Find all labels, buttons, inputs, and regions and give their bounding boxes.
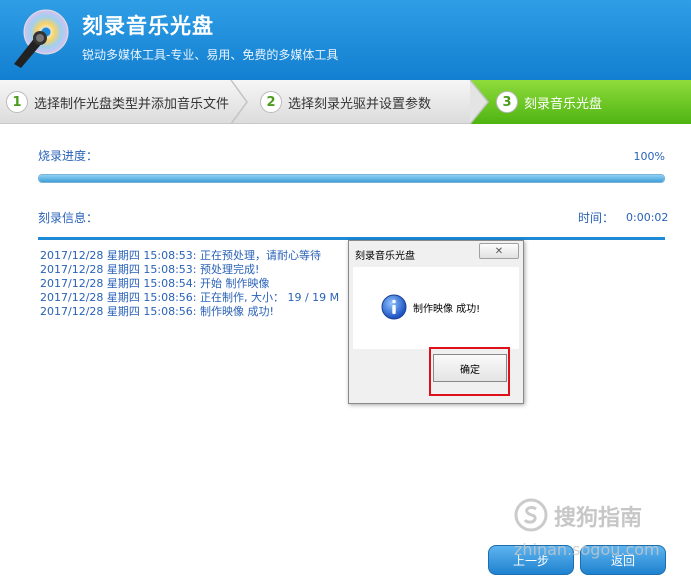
step-separator-icon: [230, 80, 248, 124]
app-subtitle: 锐动多媒体工具-专业、易用、免费的多媒体工具: [82, 48, 339, 62]
step-number-badge: 1: [6, 91, 28, 113]
highlight-annotation: [429, 347, 510, 396]
disc-burner-logo-icon: [14, 9, 69, 68]
dialog-body: 制作映像 成功!: [353, 267, 519, 349]
step-3[interactable]: 3 刻录音乐光盘: [496, 80, 602, 124]
log-line: 2017/12/28 星期四 15:08:54: 开始 制作映像: [40, 277, 270, 290]
log-line: 2017/12/28 星期四 15:08:56: 正在制作, 大小： 19 / …: [40, 291, 340, 304]
app-header: 刻录音乐光盘 锐动多媒体工具-专业、易用、免费的多媒体工具: [0, 0, 691, 80]
watermark-domain: zhinan.sogou.com: [514, 540, 660, 559]
log-line: 2017/12/28 星期四 15:08:53: 正在预处理，请耐心等待: [40, 249, 321, 262]
time-label: 时间：: [578, 211, 615, 225]
step-1[interactable]: 1 选择制作光盘类型并添加音乐文件: [6, 80, 229, 124]
app-title: 刻录音乐光盘: [82, 14, 214, 38]
step-label: 选择制作光盘类型并添加音乐文件: [34, 96, 230, 112]
watermark-text: 搜狗指南: [554, 506, 643, 531]
step-number-badge: 3: [496, 91, 518, 113]
log-line: 2017/12/28 星期四 15:08:56: 制作映像 成功!: [40, 305, 274, 318]
close-button[interactable]: ✕: [479, 243, 519, 259]
step-2[interactable]: 2 选择刻录光驱并设置参数: [260, 80, 431, 124]
step-label: 选择刻录光驱并设置参数: [288, 96, 432, 112]
info-icon: [381, 294, 407, 320]
close-icon: ✕: [494, 245, 504, 257]
progress-bar: [38, 174, 665, 183]
step-separator-icon: [470, 80, 489, 124]
step-label: 刻录音乐光盘: [524, 96, 603, 112]
watermark: 搜狗指南: [512, 496, 672, 540]
progress-label: 烧录进度：: [38, 149, 99, 163]
dialog-title: 刻录音乐光盘: [355, 251, 415, 262]
log-line: 2017/12/28 星期四 15:08:53: 预处理完成!: [40, 263, 260, 276]
time-value: 0:00:02: [626, 211, 669, 224]
progress-percent: 100%: [633, 150, 665, 163]
dialog-message: 制作映像 成功!: [413, 304, 481, 315]
burn-log: 2017/12/28 星期四 15:08:53: 正在预处理，请耐心等待 201…: [40, 249, 339, 319]
progress-bar-fill: [39, 175, 664, 182]
sogou-logo-icon: [514, 498, 548, 532]
info-label: 刻录信息：: [38, 211, 99, 225]
step-number-badge: 2: [260, 91, 282, 113]
